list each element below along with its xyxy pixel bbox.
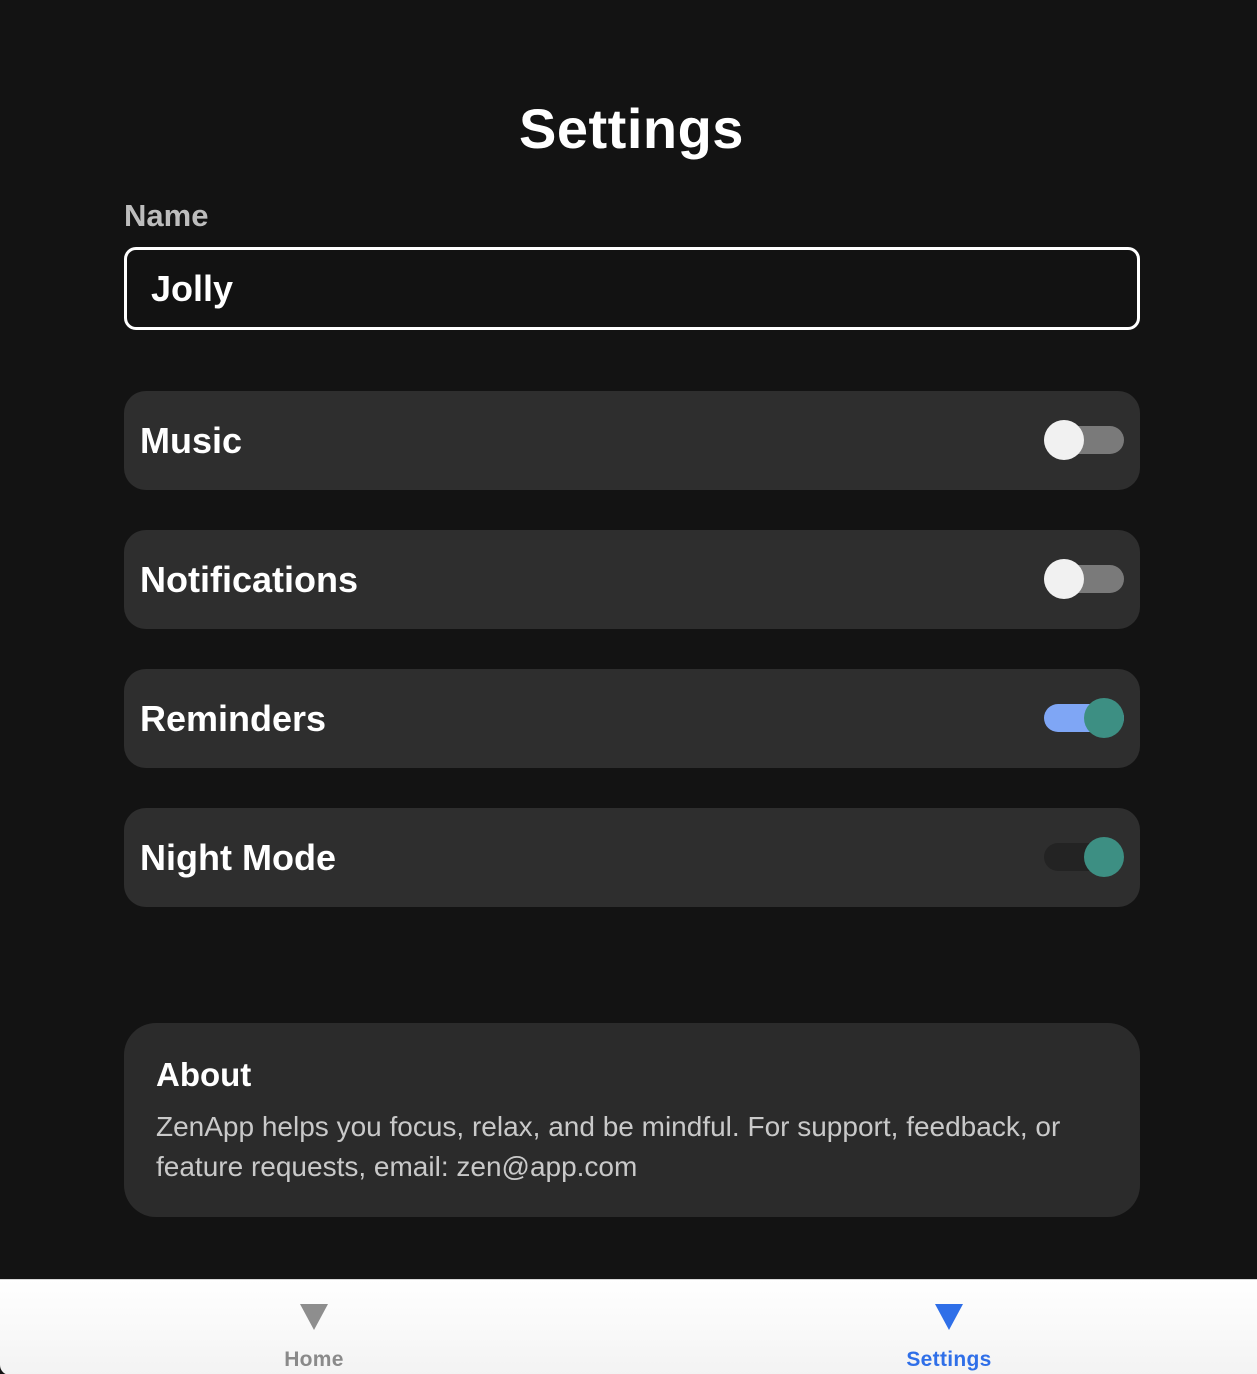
setting-label-night-mode: Night Mode [140,837,336,878]
about-card: About ZenApp helps you focus, relax, and… [124,1023,1140,1217]
setting-label-reminders: Reminders [140,698,327,739]
toggle-thumb [1044,420,1084,460]
bottom-tab-bar: Home Settings [0,1279,1257,1374]
triangle-down-icon [300,1304,328,1330]
toggle-thumb [1084,698,1124,738]
triangle-down-icon [935,1304,963,1330]
name-label: Name [124,198,209,233]
setting-label-notifications: Notifications [140,559,359,600]
name-input[interactable] [124,247,1140,330]
setting-row-reminders: Reminders [124,669,1140,768]
setting-row-night-mode: Night Mode [124,808,1140,907]
tab-settings[interactable]: Settings [829,1280,1069,1374]
night-mode-toggle[interactable] [1044,837,1124,877]
setting-label-music: Music [140,420,243,461]
toggle-thumb [1044,559,1084,599]
notifications-toggle[interactable] [1044,559,1124,599]
about-text: ZenApp helps you focus, relax, and be mi… [156,1111,1061,1182]
setting-row-music: Music [124,391,1140,490]
setting-row-notifications: Notifications [124,530,1140,629]
toggle-thumb [1084,837,1124,877]
settings-screen: Settings Name Music Notifications Remind… [0,0,1257,1374]
tab-home[interactable]: Home [194,1280,434,1374]
about-title: About [156,1056,252,1093]
page-title: Settings [519,97,744,160]
tab-label-settings: Settings [906,1348,992,1371]
music-toggle[interactable] [1044,420,1124,460]
tab-label-home: Home [284,1348,344,1371]
reminders-toggle[interactable] [1044,698,1124,738]
